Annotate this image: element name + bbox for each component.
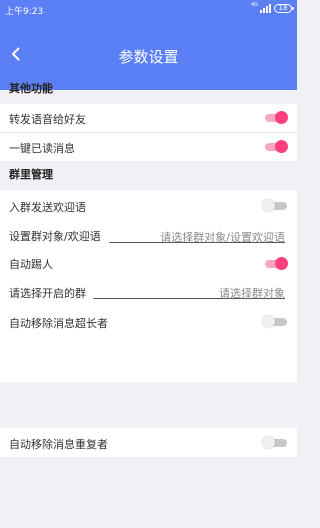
- welcome-target-label: 设置群对象/欢迎语: [9, 230, 101, 243]
- battery-level: 18: [278, 3, 288, 12]
- battery-icon: 18: [274, 3, 294, 13]
- welcome-target-field[interactable]: [109, 226, 285, 246]
- network-type: 4G: [250, 2, 258, 8]
- section-header-group: 群里管理: [9, 168, 53, 181]
- signal-icon: 4G: [251, 3, 271, 13]
- read-all-toggle[interactable]: [262, 140, 288, 153]
- select-group-label: 请选择开启的群: [9, 287, 86, 300]
- join-welcome-label: 入群发送欢迎语: [9, 201, 86, 214]
- status-icons: 4G 18: [251, 3, 294, 13]
- row-remove-duplicate: 自动移除消息重复者: [0, 428, 297, 457]
- select-group-field[interactable]: [93, 282, 285, 302]
- select-group-input[interactable]: [93, 285, 285, 302]
- auto-kick-label: 自动踢人: [9, 258, 53, 271]
- page-title: 参数设置: [118, 48, 179, 66]
- welcome-target-input[interactable]: [109, 229, 285, 246]
- section-header-other: 其他功能: [9, 82, 53, 95]
- status-time: 上午9:23: [5, 7, 44, 17]
- remove-duplicate-label: 自动移除消息重复者: [9, 438, 108, 451]
- row-read-all: 一键已读消息: [0, 133, 297, 161]
- group-settings-card: 入群发送欢迎语 设置群对象/欢迎语 自动踢人 请选择开启的群 自动移除消息超长者: [0, 190, 297, 382]
- join-welcome-toggle[interactable]: [262, 199, 288, 212]
- row-forward-voice: 转发语音给好友: [0, 104, 297, 132]
- auto-kick-toggle[interactable]: [262, 257, 288, 270]
- forward-voice-label: 转发语音给好友: [9, 113, 86, 126]
- remove-duplicate-toggle[interactable]: [262, 436, 288, 449]
- remove-long-label: 自动移除消息超长者: [9, 317, 108, 330]
- remove-long-toggle[interactable]: [262, 315, 288, 328]
- status-bar: 上午9:23 4G 18: [0, 0, 297, 18]
- forward-voice-toggle[interactable]: [262, 111, 288, 124]
- read-all-label: 一键已读消息: [9, 142, 75, 155]
